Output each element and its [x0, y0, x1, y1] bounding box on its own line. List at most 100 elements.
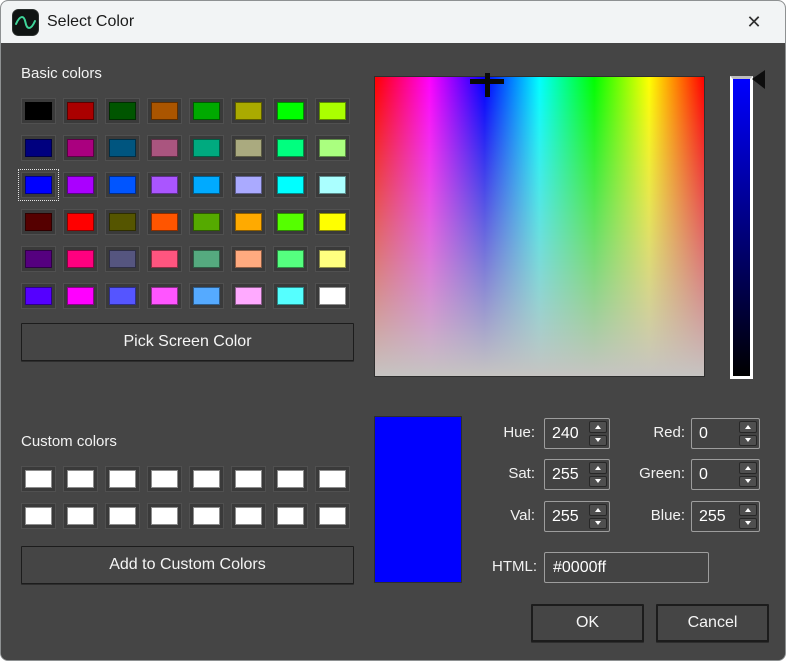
basic-color-swatch[interactable] — [315, 172, 350, 198]
basic-color-chip — [235, 287, 262, 305]
pick-screen-color-button[interactable]: Pick Screen Color — [21, 323, 354, 361]
basic-color-swatch[interactable] — [231, 135, 266, 161]
basic-color-swatch[interactable] — [189, 209, 224, 235]
green-spin-up-button[interactable] — [739, 462, 757, 474]
add-to-custom-colors-button[interactable]: Add to Custom Colors — [21, 546, 354, 584]
red-spin-up-button[interactable] — [739, 421, 757, 433]
custom-color-swatch[interactable] — [63, 466, 98, 492]
cancel-button[interactable]: Cancel — [656, 604, 769, 642]
red-value-input[interactable] — [692, 419, 737, 448]
green-spin-down-button[interactable] — [739, 476, 757, 488]
basic-color-swatch[interactable] — [63, 209, 98, 235]
basic-color-swatch[interactable] — [147, 283, 182, 309]
basic-color-chip — [235, 102, 262, 120]
custom-color-swatch[interactable] — [231, 466, 266, 492]
blue-spin-up-button[interactable] — [739, 504, 757, 516]
html-label: HTML: — [427, 558, 537, 575]
basic-color-swatch[interactable] — [147, 246, 182, 272]
red-label: Red: — [575, 424, 685, 441]
basic-color-swatch[interactable] — [147, 172, 182, 198]
basic-color-swatch[interactable] — [105, 135, 140, 161]
basic-color-swatch[interactable] — [231, 209, 266, 235]
basic-color-swatch[interactable] — [231, 98, 266, 124]
html-hex-input[interactable] — [544, 552, 709, 583]
basic-color-swatch[interactable] — [189, 283, 224, 309]
basic-color-chip — [151, 287, 178, 305]
basic-color-swatch[interactable] — [63, 246, 98, 272]
basic-color-swatch[interactable] — [21, 283, 56, 309]
basic-color-swatch[interactable] — [21, 172, 56, 198]
basic-color-chip — [235, 250, 262, 268]
basic-color-swatch[interactable] — [105, 98, 140, 124]
basic-color-swatch[interactable] — [147, 209, 182, 235]
custom-color-swatch[interactable] — [105, 466, 140, 492]
custom-color-swatch[interactable] — [147, 503, 182, 529]
basic-color-swatch[interactable] — [273, 98, 308, 124]
custom-color-chip — [67, 507, 94, 525]
basic-color-swatch[interactable] — [273, 209, 308, 235]
custom-color-chip — [193, 507, 220, 525]
custom-color-chip — [67, 470, 94, 488]
custom-color-swatch[interactable] — [21, 503, 56, 529]
basic-color-swatch[interactable] — [189, 135, 224, 161]
basic-color-swatch[interactable] — [105, 246, 140, 272]
basic-color-swatch[interactable] — [231, 283, 266, 309]
basic-color-swatch[interactable] — [315, 246, 350, 272]
basic-color-swatch[interactable] — [273, 172, 308, 198]
custom-color-swatch[interactable] — [315, 466, 350, 492]
red-spin-down-button[interactable] — [739, 435, 757, 447]
custom-color-swatch[interactable] — [273, 466, 308, 492]
basic-color-swatch[interactable] — [273, 283, 308, 309]
custom-color-swatch[interactable] — [63, 503, 98, 529]
basic-color-swatch[interactable] — [21, 209, 56, 235]
custom-color-swatch[interactable] — [21, 466, 56, 492]
basic-color-swatch[interactable] — [21, 246, 56, 272]
green-value-input[interactable] — [692, 460, 737, 489]
basic-color-chip — [67, 176, 94, 194]
blue-spin-down-button[interactable] — [739, 518, 757, 530]
basic-color-swatch[interactable] — [105, 283, 140, 309]
basic-color-swatch[interactable] — [231, 246, 266, 272]
custom-color-swatch[interactable] — [105, 503, 140, 529]
custom-color-swatch[interactable] — [273, 503, 308, 529]
basic-color-swatch[interactable] — [63, 135, 98, 161]
basic-color-swatch[interactable] — [21, 98, 56, 124]
basic-color-swatch[interactable] — [63, 172, 98, 198]
blue-spinbox — [691, 501, 760, 532]
basic-color-swatch[interactable] — [105, 209, 140, 235]
basic-color-chip — [67, 250, 94, 268]
basic-color-swatch[interactable] — [315, 283, 350, 309]
basic-color-chip — [67, 139, 94, 157]
basic-color-swatch[interactable] — [105, 172, 140, 198]
basic-color-chip — [193, 102, 220, 120]
basic-color-chip — [67, 213, 94, 231]
basic-color-swatch[interactable] — [21, 135, 56, 161]
basic-color-swatch[interactable] — [231, 172, 266, 198]
ok-button[interactable]: OK — [531, 604, 644, 642]
custom-color-swatch[interactable] — [231, 503, 266, 529]
basic-color-swatch[interactable] — [315, 98, 350, 124]
custom-color-swatch[interactable] — [147, 466, 182, 492]
basic-color-swatch[interactable] — [63, 98, 98, 124]
basic-color-swatch[interactable] — [189, 246, 224, 272]
window-title: Select Color — [47, 13, 134, 31]
hue-saturation-picker[interactable] — [374, 76, 705, 377]
close-icon[interactable]: ✕ — [731, 1, 777, 43]
custom-color-swatch[interactable] — [189, 466, 224, 492]
basic-color-swatch[interactable] — [63, 283, 98, 309]
custom-color-swatch[interactable] — [189, 503, 224, 529]
basic-color-swatch[interactable] — [273, 246, 308, 272]
basic-color-swatch[interactable] — [189, 172, 224, 198]
blue-value-input[interactable] — [692, 502, 737, 531]
basic-color-swatch[interactable] — [315, 209, 350, 235]
basic-color-swatch[interactable] — [147, 98, 182, 124]
value-slider[interactable] — [730, 76, 753, 379]
basic-color-swatch[interactable] — [315, 135, 350, 161]
basic-color-chip — [151, 102, 178, 120]
basic-color-swatch[interactable] — [189, 98, 224, 124]
value-slider-indicator-icon[interactable] — [752, 70, 765, 89]
custom-color-swatch[interactable] — [315, 503, 350, 529]
basic-color-swatch[interactable] — [147, 135, 182, 161]
val-label: Val: — [425, 507, 535, 524]
basic-color-swatch[interactable] — [273, 135, 308, 161]
